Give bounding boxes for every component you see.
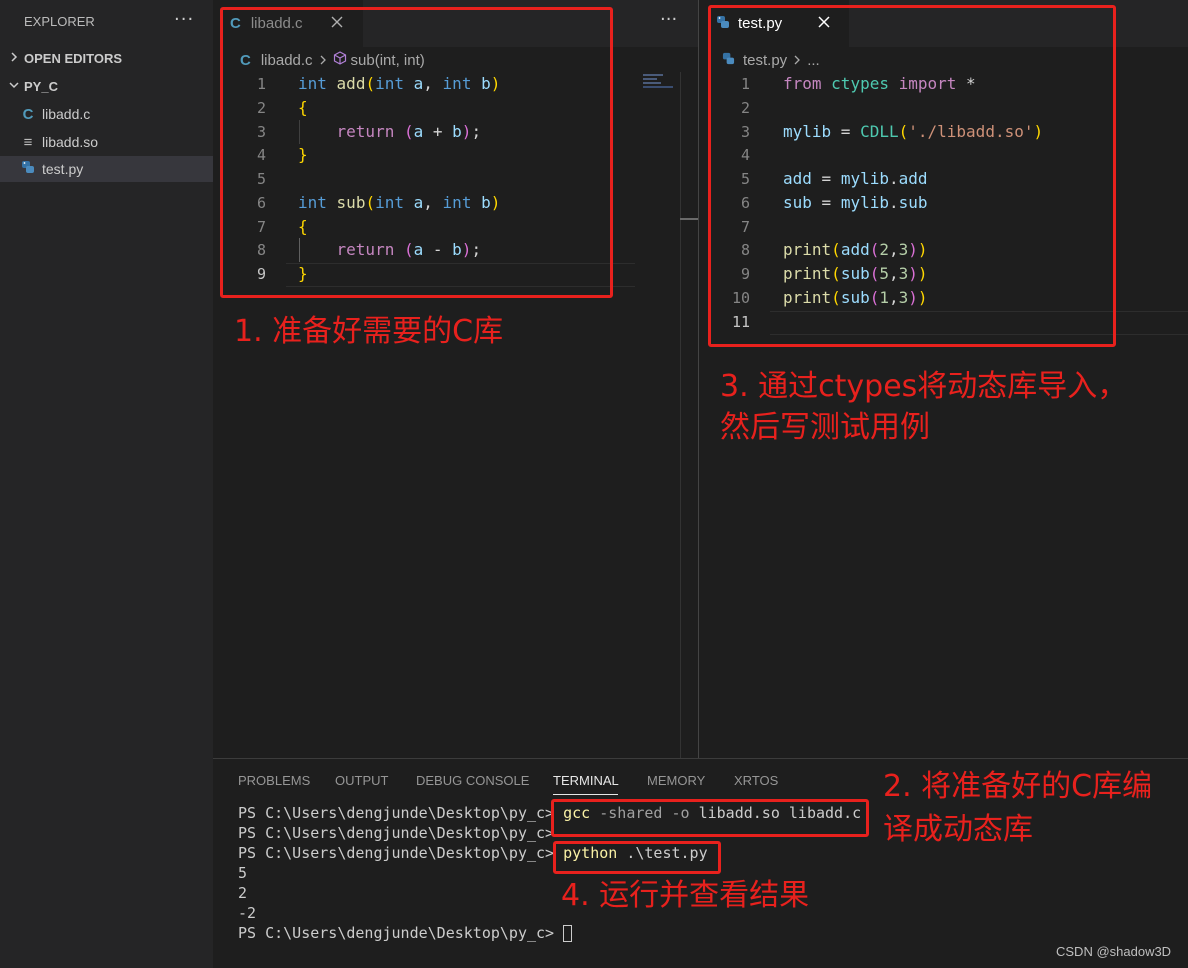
text-file-icon: ≡ — [23, 133, 33, 151]
annotation-note-2-line1: 2. 将准备好的C库编 — [883, 769, 1153, 804]
chevron-down-icon — [6, 79, 22, 93]
terminal-output-line: 5 — [238, 864, 248, 882]
file-item-libadd-so[interactable]: ≡ libadd.so — [0, 129, 213, 155]
editor-group-divider[interactable] — [698, 0, 699, 758]
annotation-note-2-line2: 译成动态库 — [883, 812, 1033, 847]
terminal-line: PS C:\Users\dengjunde\Desktop\py_c> — [238, 824, 555, 842]
tab-debug-console[interactable]: DEBUG CONSOLE — [416, 773, 529, 788]
chevron-right-icon — [6, 51, 22, 65]
annotation-note-3-line2: 然后写测试用例 — [720, 410, 930, 445]
python-icon — [20, 160, 36, 178]
annotation-box-2 — [551, 799, 869, 837]
tab-memory[interactable]: MEMORY — [647, 773, 705, 788]
tab-xrtos[interactable]: XRTOS — [734, 773, 778, 788]
active-tab-indicator — [553, 794, 618, 795]
tab-problems[interactable]: PROBLEMS — [238, 773, 310, 788]
open-editors-label: OPEN EDITORS — [24, 50, 123, 66]
tab-terminal[interactable]: TERMINAL — [553, 773, 619, 788]
watermark: CSDN @shadow3D — [1056, 944, 1172, 959]
explorer-sidebar: EXPLORER ··· OPEN EDITORS PY_C C libadd.… — [0, 0, 213, 968]
annotation-box-4 — [553, 841, 721, 874]
file-label: libadd.c — [42, 106, 91, 122]
annotation-note-4: 4. 运行并查看结果 — [561, 878, 810, 913]
editor-more-icon[interactable]: ··· — [660, 9, 677, 30]
explorer-more-icon[interactable]: ··· — [174, 9, 194, 30]
terminal-cursor — [563, 925, 573, 942]
annotation-box-1 — [220, 7, 613, 298]
file-item-libadd-c[interactable]: C libadd.c — [0, 101, 213, 127]
file-label: libadd.so — [42, 134, 99, 150]
annotation-note-3-line1: 3. 通过ctypes将动态库导入， — [720, 369, 1128, 404]
annotation-note-1: 1. 准备好需要的C库 — [234, 314, 504, 349]
scrollbar-marker — [680, 218, 698, 220]
tab-output[interactable]: OUTPUT — [335, 773, 388, 788]
c-file-icon: C — [22, 105, 34, 123]
file-item-test-py[interactable]: test.py — [0, 156, 213, 182]
terminal-prompt: PS C:\Users\dengjunde\Desktop\py_c> — [238, 924, 573, 942]
annotation-box-3 — [708, 5, 1116, 347]
terminal-output-line: -2 — [238, 904, 257, 922]
explorer-title: EXPLORER — [24, 14, 95, 29]
terminal-output-line: 2 — [238, 884, 248, 902]
file-label: test.py — [42, 161, 84, 177]
folder-label: PY_C — [24, 78, 58, 94]
open-editors-section[interactable]: OPEN EDITORS — [0, 45, 213, 71]
scrollbar-track[interactable] — [680, 72, 681, 758]
minimap[interactable] — [643, 72, 680, 92]
folder-py-c[interactable]: PY_C — [0, 73, 213, 99]
